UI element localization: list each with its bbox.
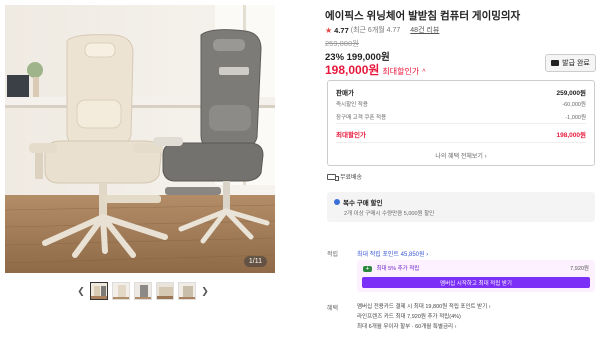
coupon-icon [551, 60, 560, 66]
coupon-issued-button[interactable]: 발급 완료 [545, 54, 596, 72]
multi-buy-title-row: 복수 구매 할인 [334, 197, 383, 207]
discount-icon [334, 199, 340, 205]
thumbnail-strip: ❮ ❯ [76, 282, 210, 300]
benefit-text: 멤버십 전용카드 결제 시 최대 19,800원 적립 포인트 받기 [357, 304, 488, 310]
sale-price-value: 259,000원 [556, 90, 586, 97]
divider [336, 123, 586, 124]
chevron-left-icon[interactable]: ❮ [76, 284, 86, 298]
benefit-item: 라인프렌즈 카드 최대 7,920원 추가 적립(4%) [357, 312, 491, 322]
instant-discount-row: 즉시할인 적용 -60,000원 [336, 100, 586, 108]
benefit-text: 최대 6개월 무이자 할부 · 60개월 특별금리 [357, 324, 454, 330]
image-counter: 1/11 [243, 256, 267, 267]
benefit-text: 라인프렌즈 카드 최대 7,920원 추가 적립(4%) [357, 314, 461, 320]
thumbnail-1[interactable] [90, 282, 108, 300]
multi-buy-title: 복수 구매 할인 [343, 200, 383, 207]
chair-photo [5, 5, 275, 273]
max-discount-total-label: 최대할인가 [336, 132, 366, 139]
thumbnail-2[interactable] [112, 282, 130, 300]
chevron-right-icon[interactable]: ❯ [200, 284, 210, 298]
max-discount-row[interactable]: 198,000원 최대할인가 ^ [325, 61, 426, 78]
benefit-item[interactable]: 최대 6개월 무이자 할부 · 60개월 특별금리 › [357, 322, 491, 332]
points-title[interactable]: 최대 적립 포인트 45,850원 › [357, 249, 428, 258]
all-benefits-link[interactable]: 나의 혜택 전체보기 › [328, 151, 594, 160]
chevron-right-icon: › [426, 252, 429, 258]
chevron-right-icon: › [484, 154, 487, 160]
coupon-discount-label: 장구매 고객 쿠폰 적용 [336, 115, 387, 121]
benefits-list: 멤버십 전용카드 결제 시 최대 19,800원 적립 포인트 받기 › 라인프… [357, 302, 491, 332]
all-benefits-label: 나의 혜택 전체보기 [435, 154, 483, 160]
coupon-discount-value: -1,000원 [565, 115, 586, 121]
shipping-label: 무료배송 [340, 175, 363, 181]
max-discount-total-value: 198,000원 [556, 132, 586, 139]
max-discount-label: 최대할인가 [382, 67, 420, 76]
points-label: 적립 [327, 252, 339, 258]
membership-points-box: + 최대 5% 추가 적립 7,920원 멤버십 시작하고 최대 적립 받기 [357, 260, 595, 292]
chevron-right-icon: › [488, 304, 491, 310]
rating-score: 4.77 [334, 25, 349, 35]
star-icon: ★ [325, 25, 333, 35]
multi-buy-discount-box: 복수 구매 할인 2개 이상 구매시 수량만큼 5,000원 할인 [327, 192, 595, 222]
start-membership-button[interactable]: 멤버십 시작하고 최대 적립 받기 [362, 277, 590, 288]
multi-buy-subtitle: 2개 이상 구매시 수량만큼 5,000원 할인 [344, 211, 435, 217]
coupon-discount-row: 장구매 고객 쿠폰 적용 -1,000원 [336, 113, 586, 121]
rating-row: ★ 4.77 (최근 6개월 4.77 48건 리뷰 [325, 25, 439, 35]
thumbnail-4[interactable] [156, 282, 174, 300]
plus-points-text: 최대 5% 추가 적립 [376, 266, 420, 272]
divider [336, 142, 586, 143]
price-breakdown-box: 판매가 259,000원 즉시할인 적용 -60,000원 장구매 고객 쿠폰 … [327, 80, 595, 166]
sale-price-row: 판매가 259,000원 [336, 87, 586, 97]
plus-points-text-wrap: + 최대 5% 추가 적립 [363, 264, 419, 272]
instant-discount-value: -60,000원 [562, 102, 586, 108]
max-discount-price: 198,000원 [325, 63, 380, 77]
thumbnail-5[interactable] [178, 282, 196, 300]
benefits-label: 혜택 [327, 306, 339, 312]
original-price: 259,000원 [325, 39, 360, 48]
chevron-right-icon: › [454, 324, 457, 330]
product-main-image[interactable]: 1/11 [5, 5, 275, 273]
truck-icon [327, 173, 339, 181]
plus-badge: + [363, 266, 372, 272]
shipping-row: 무료배송 [327, 172, 362, 181]
rating-note: (최근 6개월 4.77 [350, 27, 401, 34]
review-link[interactable]: 48건 리뷰 [410, 25, 439, 35]
plus-points-row: + 최대 5% 추가 적립 7,920원 [363, 264, 589, 272]
benefit-item[interactable]: 멤버십 전용카드 결제 시 최대 19,800원 적립 포인트 받기 › [357, 302, 491, 312]
points-title-text: 최대 적립 포인트 45,850원 [357, 252, 425, 258]
product-title: 에이픽스 위닝체어 발받침 컴퓨터 게이밍의자 [325, 10, 521, 22]
instant-discount-label: 즉시할인 적용 [336, 102, 368, 108]
sale-price-label: 판매가 [336, 90, 354, 97]
coupon-button-label: 발급 완료 [562, 60, 590, 67]
chevron-up-icon: ^ [422, 69, 426, 76]
thumbnail-3[interactable] [134, 282, 152, 300]
plus-points-amount: 7,920원 [570, 266, 589, 272]
max-discount-total-row: 최대할인가 198,000원 [336, 129, 586, 139]
